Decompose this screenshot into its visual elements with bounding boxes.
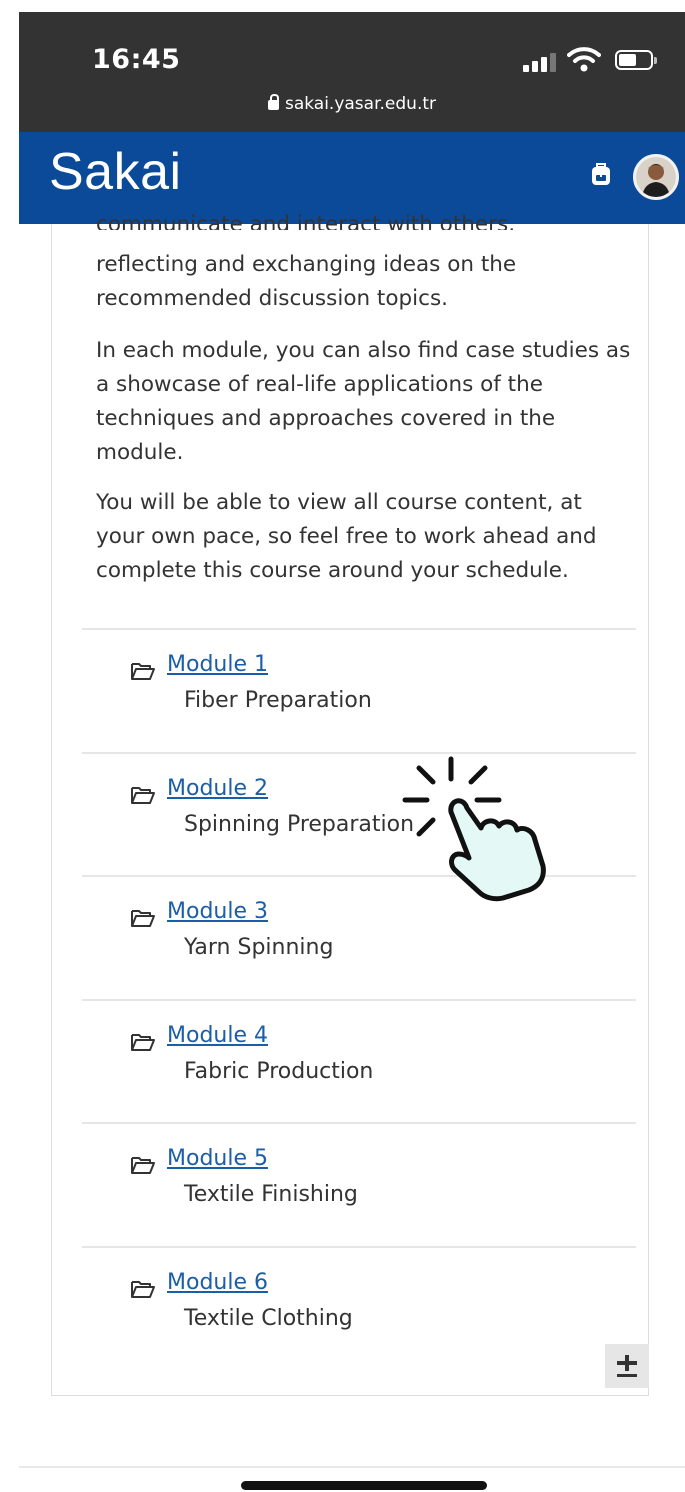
folder-icon [131, 910, 155, 927]
toolbar-divider [19, 1466, 685, 1468]
module-1-title: Fiber Preparation [184, 688, 372, 713]
avatar[interactable] [633, 154, 679, 200]
intro-paragraph-3: You will be able to view all course cont… [96, 490, 597, 583]
wifi-icon [567, 47, 601, 72]
module-item: Module 6 Textile Clothing [82, 1245, 636, 1370]
folder-icon [131, 786, 155, 804]
folder-icon [131, 1280, 155, 1298]
module-4-title: Fabric Production [184, 1058, 374, 1084]
module-3-title: Yarn Spinning [184, 935, 334, 960]
intro-paragraph-2: In each module, you can also find case s… [96, 338, 631, 465]
module-item: Module 1 Fiber Preparation [82, 628, 636, 752]
module-1-link[interactable]: Module 1 [167, 652, 268, 677]
intro-paragraph-1: reflecting and exchanging ideas on the r… [96, 252, 517, 311]
status-bar: 16:45 sakai.yasar.edu.tr [19, 12, 685, 132]
module-5-link[interactable]: Module 5 [167, 1146, 268, 1171]
module-item: Module 2 Spinning Preparation [82, 751, 636, 876]
tap-hand-icon [402, 756, 546, 902]
plus-icon [617, 1355, 637, 1377]
module-item: Module 4 Fabric Production [82, 998, 636, 1123]
module-list: Module 1 Fiber Preparation Module 2 Spin… [82, 628, 636, 1369]
expand-all-button[interactable] [605, 1344, 649, 1388]
backpack-icon[interactable] [590, 162, 612, 186]
intro-cut-line: communicate and interact with others, [96, 212, 515, 230]
battery-icon [615, 50, 657, 70]
module-2-link[interactable]: Module 2 [167, 776, 268, 801]
module-5-title: Textile Finishing [184, 1182, 358, 1207]
folder-icon [131, 1033, 155, 1051]
module-4-link[interactable]: Module 4 [167, 1023, 268, 1048]
module-item: Module 5 Textile Finishing [82, 1122, 636, 1246]
home-indicator[interactable] [241, 1481, 487, 1490]
status-time: 16:45 [92, 44, 181, 75]
cut-off-line: communicate and interact with others, [96, 208, 631, 230]
signal-icon [523, 52, 557, 72]
phone-screen: 16:45 sakai.yasar.edu.tr Sakai communica… [19, 12, 685, 1492]
module-2-title: Spinning Preparation [184, 811, 415, 837]
module-6-title: Textile Clothing [184, 1305, 353, 1331]
folder-icon [131, 663, 155, 680]
sakai-logo[interactable]: Sakai [49, 142, 182, 202]
url-text: sakai.yasar.edu.tr [284, 94, 437, 114]
module-3-link[interactable]: Module 3 [167, 899, 268, 924]
module-6-link[interactable]: Module 6 [167, 1270, 268, 1295]
course-overview-card: communicate and interact with others, re… [51, 212, 649, 1396]
folder-icon [131, 1157, 155, 1174]
module-item: Module 3 Yarn Spinning [82, 875, 636, 999]
address-bar[interactable]: sakai.yasar.edu.tr [19, 94, 685, 114]
lock-icon [267, 94, 279, 110]
